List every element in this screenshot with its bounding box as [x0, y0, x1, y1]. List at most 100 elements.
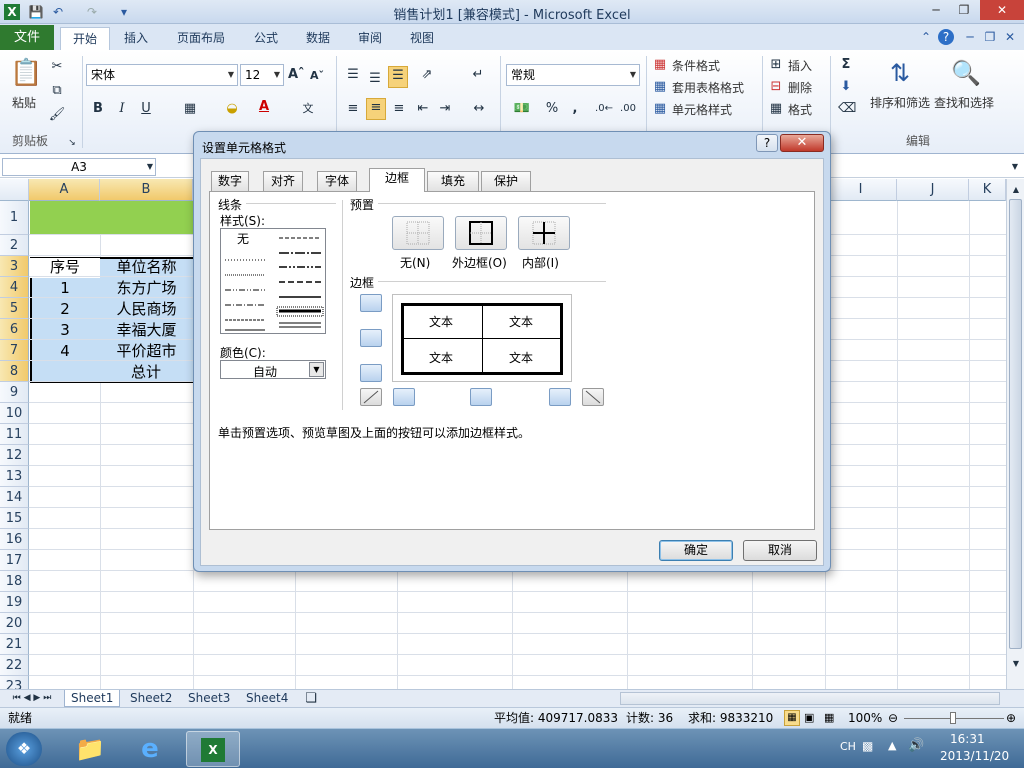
decrease-indent-icon[interactable]: ⇤ — [414, 100, 432, 118]
preset-none-label[interactable]: 无(N) — [400, 254, 430, 271]
column-header-j[interactable]: J — [897, 179, 969, 201]
dialog-tab-font[interactable]: 字体 — [317, 171, 357, 191]
help-icon[interactable]: ? — [938, 29, 954, 45]
row-header[interactable]: 8 — [0, 361, 29, 382]
cancel-button[interactable]: 取消 — [743, 540, 817, 561]
row-header[interactable]: 12 — [0, 445, 29, 466]
format-cells-button[interactable]: 格式 — [788, 101, 812, 118]
clock-time[interactable]: 16:31 — [950, 732, 985, 746]
orientation-icon[interactable]: ⇗ — [416, 66, 438, 84]
preset-outline-button[interactable] — [455, 216, 507, 250]
fill-color-icon[interactable]: ◒ — [222, 100, 242, 118]
row-header[interactable]: 3 — [0, 256, 29, 277]
cut-icon[interactable]: ✂ — [48, 58, 66, 76]
ok-button[interactable]: 确定 — [659, 540, 733, 561]
currency-icon[interactable]: 💵 — [510, 100, 534, 118]
percent-button[interactable]: % — [544, 100, 560, 118]
tab-view[interactable]: 视图 — [402, 27, 442, 50]
conditional-format-button[interactable]: 条件格式 — [672, 57, 720, 74]
sheet-tab-sheet1[interactable]: Sheet1 — [64, 690, 121, 707]
dialog-tab-protection[interactable]: 保护 — [481, 171, 531, 191]
preset-outline-label[interactable]: 外边框(O) — [452, 254, 507, 271]
tab-page-layout[interactable]: 页面布局 — [170, 27, 232, 50]
border-diagonal-up-button[interactable] — [360, 388, 382, 406]
chevron-down-icon[interactable]: ▼ — [309, 362, 324, 377]
delete-cells-button[interactable]: 删除 — [788, 79, 812, 96]
clock-date[interactable]: 2013/11/20 — [940, 749, 1009, 763]
increase-decimal-icon[interactable]: .0← — [594, 100, 614, 118]
underline-button[interactable]: U — [138, 100, 154, 118]
dialog-tab-alignment[interactable]: 对齐 — [263, 171, 303, 191]
horizontal-scrollbar[interactable] — [620, 692, 1000, 705]
insert-cells-button[interactable]: 插入 — [788, 57, 812, 74]
row-header[interactable]: 10 — [0, 403, 29, 424]
volume-icon[interactable]: 🔊 — [908, 738, 924, 753]
preset-inside-label[interactable]: 内部(I) — [522, 254, 559, 271]
ie-icon[interactable]: e — [130, 732, 170, 766]
insert-cells-icon[interactable]: ⊞ — [768, 56, 784, 74]
dialog-tab-border[interactable]: 边框 — [369, 168, 425, 192]
row-header[interactable]: 15 — [0, 508, 29, 529]
row-header[interactable]: 6 — [0, 319, 29, 340]
doc-restore-icon[interactable]: ❐ — [982, 29, 998, 45]
cell-a4[interactable]: 1 — [30, 278, 100, 299]
tab-insert[interactable]: 插入 — [116, 27, 156, 50]
row-header[interactable]: 18 — [0, 571, 29, 592]
border-bottom-button[interactable] — [360, 364, 382, 382]
line-style-list[interactable]: 无 — [220, 228, 326, 334]
doc-minimize-icon[interactable]: ─ — [962, 29, 978, 45]
scroll-down-icon[interactable]: ▼ — [1010, 655, 1022, 673]
row-header[interactable]: 14 — [0, 487, 29, 508]
font-name-combo[interactable]: 宋体 ▼ — [86, 64, 238, 86]
cell-b5[interactable]: 人民商场 — [100, 299, 193, 320]
preset-inside-button[interactable] — [518, 216, 570, 250]
chevron-down-icon[interactable]: ▼ — [144, 158, 156, 176]
sheet-tab-sheet3[interactable]: Sheet3 — [182, 690, 236, 707]
conditional-format-icon[interactable]: ▦ — [652, 56, 668, 74]
tab-data[interactable]: 数据 — [298, 27, 338, 50]
cell-b6[interactable]: 幸福大厦 — [100, 320, 193, 341]
font-size-combo[interactable]: 12 ▼ — [240, 64, 284, 86]
excel-taskbar-button[interactable]: X — [186, 731, 240, 767]
row-header[interactable]: 5 — [0, 298, 29, 319]
dialog-help-button[interactable]: ? — [756, 134, 778, 152]
cell-a7[interactable]: 4 — [30, 341, 100, 362]
format-painter-icon[interactable]: 🖌 — [48, 106, 66, 124]
sheet-tab-sheet2[interactable]: Sheet2 — [124, 690, 178, 707]
column-header-b[interactable]: B — [100, 179, 193, 201]
format-cells-icon[interactable]: ▦ — [768, 100, 784, 118]
windows-start-icon[interactable]: ❖ — [6, 732, 42, 766]
number-format-combo[interactable]: 常规 ▼ — [506, 64, 640, 86]
row-header[interactable]: 13 — [0, 466, 29, 487]
dialog-close-button[interactable]: ✕ — [780, 134, 824, 152]
clipboard-launcher-icon[interactable]: ↘ — [66, 134, 78, 152]
line-style-samples[interactable] — [221, 229, 325, 333]
sort-filter-button[interactable]: 排序和筛选 — [870, 94, 930, 111]
title-merged-cell[interactable] — [30, 201, 193, 235]
column-header-a[interactable]: A — [29, 179, 100, 201]
tab-file[interactable]: 文件 — [0, 25, 54, 50]
font-color-icon[interactable]: A — [254, 98, 274, 116]
sheet-nav-arrows-icon[interactable]: ⏮ ◀ ▶ ⏭ — [4, 690, 60, 707]
row-header[interactable]: 20 — [0, 613, 29, 634]
format-table-icon[interactable]: ▦ — [652, 78, 668, 96]
insert-sheet-icon[interactable]: ❏ — [302, 690, 320, 707]
page-break-view-icon[interactable]: ▦ — [824, 708, 834, 728]
dialog-tab-number[interactable]: 数字 — [211, 171, 249, 191]
cell-a6[interactable]: 3 — [30, 320, 100, 341]
close-button[interactable]: ✕ — [980, 0, 1024, 20]
line-color-select[interactable]: 自动 ▼ — [220, 360, 326, 379]
comma-button[interactable]: , — [568, 100, 582, 118]
tray-expand-icon[interactable]: ▲ — [888, 739, 896, 752]
align-right-icon[interactable]: ≡ — [390, 100, 408, 118]
cell-b3[interactable]: 单位名称 — [100, 257, 193, 278]
cell-b7[interactable]: 平价超市 — [100, 341, 193, 362]
delete-cells-icon[interactable]: ⊟ — [768, 78, 784, 96]
cell-styles-button[interactable]: 单元格样式 — [672, 101, 732, 118]
align-middle-icon[interactable]: ☰ — [366, 70, 384, 88]
zoom-in-icon[interactable]: ⊕ — [1006, 708, 1016, 728]
dialog-tab-fill[interactable]: 填充 — [427, 171, 479, 191]
zoom-out-icon[interactable]: ⊖ — [888, 708, 898, 728]
bold-button[interactable]: B — [90, 100, 106, 118]
column-header-k[interactable]: K — [969, 179, 1006, 201]
